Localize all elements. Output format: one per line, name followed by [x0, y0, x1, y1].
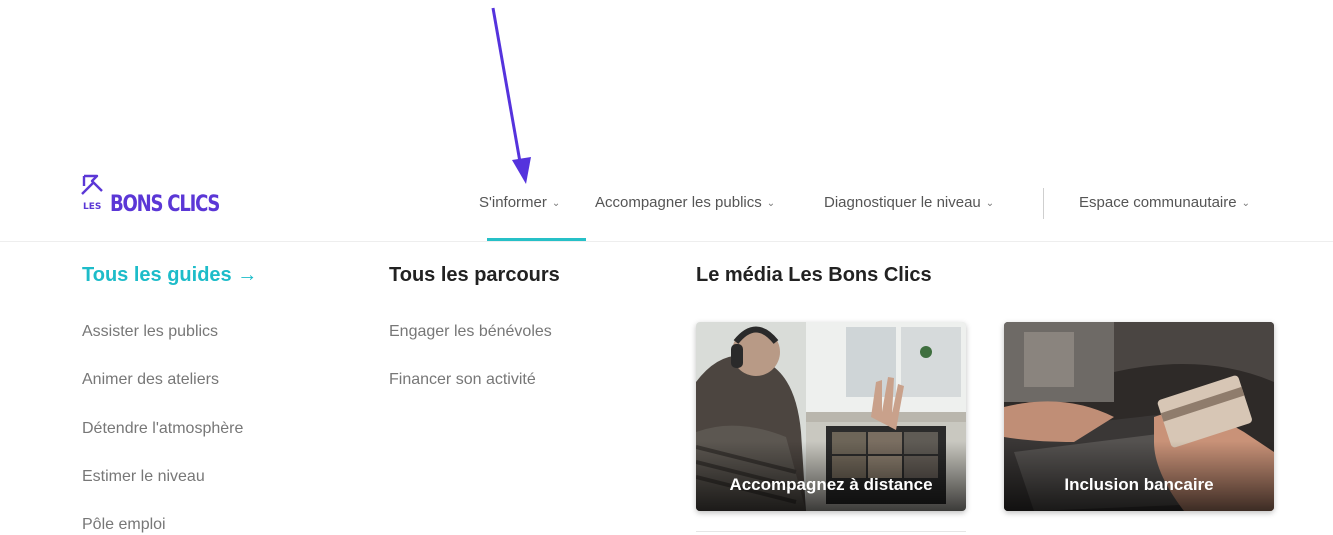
all-guides-link[interactable]: Tous les guides →: [82, 264, 257, 287]
nav-separator: [1043, 188, 1044, 219]
menu-link[interactable]: Estimer le niveau: [82, 468, 205, 486]
nav-sinformer[interactable]: S'informer ⌄: [479, 194, 560, 211]
media-card-inclusion-bancaire[interactable]: Inclusion bancaire: [1004, 322, 1274, 511]
chevron-down-icon: ⌄: [766, 198, 776, 209]
menu-link[interactable]: Détendre l'atmosphère: [82, 420, 243, 438]
chevron-down-icon: ⌄: [1241, 198, 1250, 209]
all-parcours-link[interactable]: Tous les parcours: [389, 264, 560, 287]
logo[interactable]: LES BONS CLICS: [80, 172, 225, 222]
chevron-down-icon: ⌄: [551, 198, 561, 209]
chevron-down-icon: ⌄: [985, 198, 995, 209]
media-title[interactable]: Le média Les Bons Clics: [696, 264, 932, 287]
card-title: Accompagnez à distance: [729, 475, 933, 494]
card-title: Inclusion bancaire: [1064, 475, 1214, 494]
active-nav-indicator: [487, 238, 586, 241]
menu-link[interactable]: Engager les bénévoles: [389, 323, 552, 341]
logo-arrow-icon: [81, 174, 103, 195]
media-card-accompagnez[interactable]: Accompagnez à distance: [696, 322, 966, 511]
nav-label: Espace communautaire: [1079, 194, 1237, 211]
nav-label: S'informer: [479, 194, 547, 211]
nav-espace-communautaire[interactable]: Espace communautaire ⌄: [1079, 194, 1250, 211]
menu-link[interactable]: Animer des ateliers: [82, 371, 219, 389]
menu-link[interactable]: Financer son activité: [389, 371, 536, 389]
nav-diagnostiquer[interactable]: Diagnostiquer le niveau ⌄: [824, 194, 994, 211]
logo-small-text: LES: [83, 202, 102, 212]
menu-link[interactable]: Pôle emploi: [82, 516, 166, 534]
nav-label: Accompagner les publics: [595, 194, 762, 211]
menu-link[interactable]: Assister les publics: [82, 323, 218, 341]
nav-accompagner[interactable]: Accompagner les publics ⌄: [595, 194, 775, 211]
header-divider: [0, 241, 1333, 242]
card-divider: [696, 531, 966, 532]
logo-main-text: BONS CLICS: [110, 192, 220, 217]
nav-label: Diagnostiquer le niveau: [824, 194, 981, 211]
